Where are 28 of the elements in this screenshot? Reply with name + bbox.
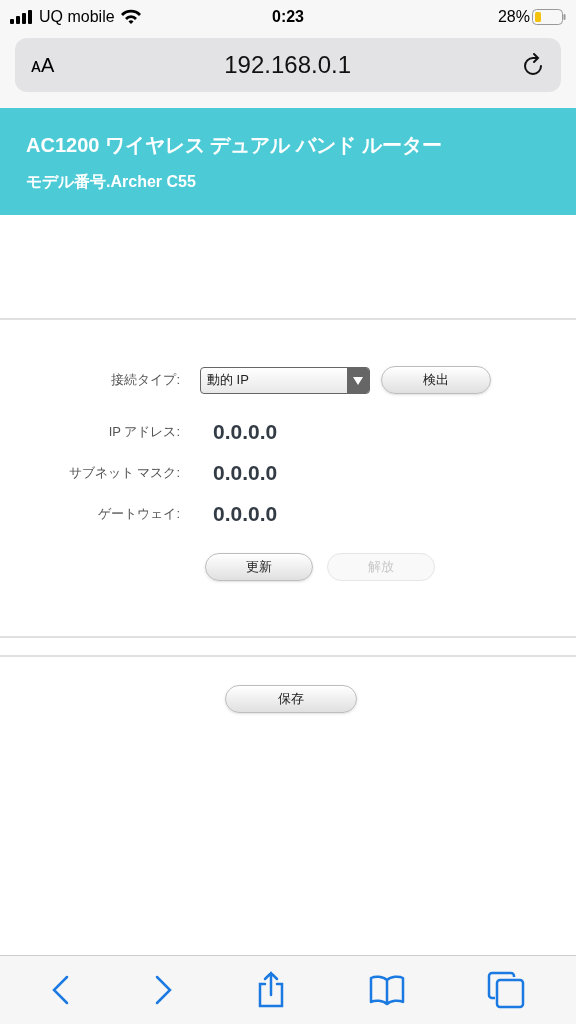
book-icon[interactable] bbox=[369, 974, 405, 1006]
action-button[interactable]: 更新 bbox=[205, 553, 313, 581]
clock-time: 0:23 bbox=[272, 7, 304, 27]
page-title: AC1200 ワイヤレス デュアル バンド ルーター bbox=[26, 132, 443, 158]
field-value: 0.0.0.0 bbox=[213, 500, 278, 527]
carrier-name: UQ mobile bbox=[39, 7, 115, 27]
wifi-icon bbox=[119, 9, 142, 25]
save-button[interactable]: 保存 bbox=[225, 685, 357, 713]
field-label: ゲートウェイ: bbox=[97, 504, 180, 523]
signal-icon bbox=[10, 10, 34, 24]
dropdown-arrow-icon bbox=[347, 367, 369, 393]
field-value: 0.0.0.0 bbox=[213, 459, 278, 486]
text-size-button[interactable]: ᴀA bbox=[31, 50, 55, 80]
battery-icon bbox=[532, 9, 566, 25]
reload-icon[interactable] bbox=[521, 52, 545, 78]
field-label: 接続タイプ: bbox=[110, 371, 180, 390]
forward-icon[interactable] bbox=[153, 974, 173, 1006]
address-bar[interactable]: ᴀA 192.168.0.1 bbox=[15, 38, 561, 92]
field-value: 0.0.0.0 bbox=[213, 418, 278, 445]
detect-button[interactable]: 検出 bbox=[381, 366, 491, 394]
back-icon[interactable] bbox=[51, 974, 71, 1006]
url-text: 192.168.0.1 bbox=[223, 50, 353, 80]
tabs-icon[interactable] bbox=[487, 971, 525, 1009]
battery-percentage: 28% bbox=[497, 7, 530, 27]
connection-type-select[interactable]: 動的 IP bbox=[200, 366, 370, 394]
field-label: IP アドレス: bbox=[107, 422, 180, 441]
model-number: モデル番号.Archer C55 bbox=[26, 171, 197, 192]
field-label: サブネット マスク: bbox=[67, 463, 180, 482]
